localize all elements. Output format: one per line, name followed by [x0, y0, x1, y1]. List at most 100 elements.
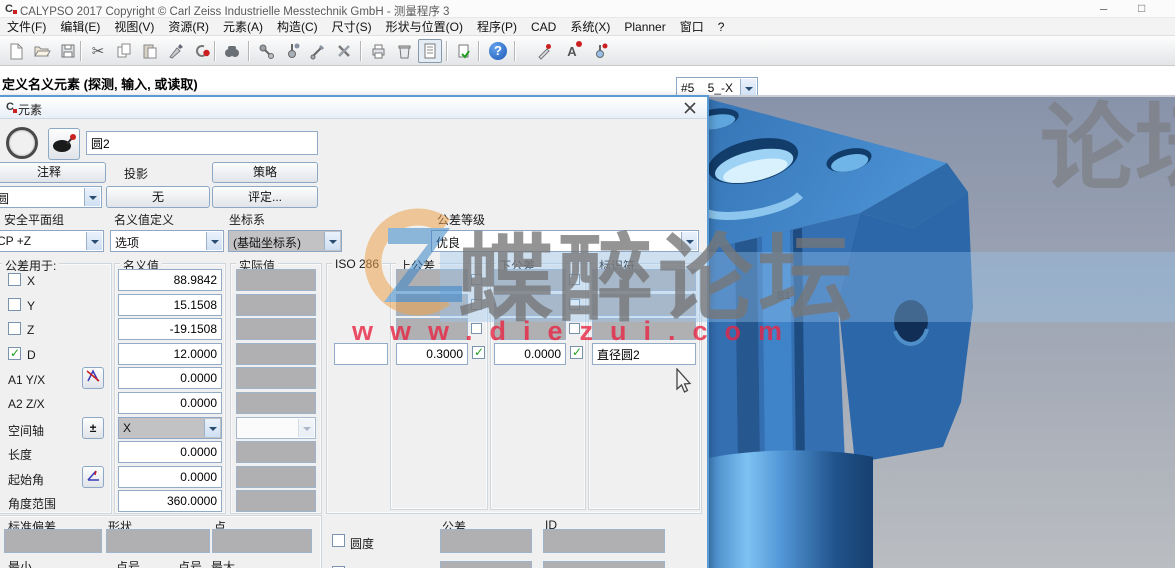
nominal-y-input[interactable] — [118, 294, 222, 316]
length-input[interactable] — [118, 441, 222, 463]
approve-lock-icon[interactable] — [452, 39, 476, 63]
copy-icon[interactable] — [112, 39, 136, 63]
chevron-down-icon[interactable] — [206, 232, 222, 250]
open-file-icon[interactable] — [30, 39, 54, 63]
probe-hand-icon[interactable] — [532, 39, 556, 63]
cad-viewport[interactable]: B1 — [691, 97, 1175, 568]
close-icon[interactable] — [683, 101, 697, 115]
lower-tol-x-field — [494, 269, 566, 291]
feature-label-b1: B1 — [777, 290, 791, 302]
start-angle-input[interactable] — [118, 466, 222, 488]
app-logo-icon: C — [5, 3, 13, 15]
probe-angle-a-icon[interactable]: A — [560, 39, 584, 63]
start-angle-button[interactable] — [82, 466, 104, 488]
menu-cad[interactable]: CAD — [524, 20, 563, 34]
roundness-checkbox[interactable] — [332, 534, 345, 547]
upper-tol-z-checkbox[interactable] — [471, 323, 482, 334]
menu-help[interactable]: ? — [711, 20, 732, 34]
lower-tol-z-checkbox[interactable] — [569, 323, 580, 334]
coord-system-dropdown[interactable]: (基础坐标系) — [228, 230, 342, 252]
menu-system[interactable]: 系统(X) — [563, 18, 617, 35]
feature-type-dropdown[interactable]: 圆 — [0, 186, 102, 208]
lower-tol-d-input[interactable] — [494, 343, 566, 365]
probe-mode-button[interactable] — [48, 128, 80, 160]
chevron-down-icon[interactable] — [84, 188, 100, 206]
nominal-x-input[interactable] — [118, 269, 222, 291]
roundness-tol-field — [440, 529, 532, 553]
identifier-y-field — [592, 294, 696, 316]
nominal-a1-input[interactable] — [118, 367, 222, 389]
protocol-icon[interactable] — [418, 39, 442, 63]
menu-planner[interactable]: Planner — [617, 20, 672, 34]
menu-size[interactable]: 尺寸(S) — [325, 18, 379, 35]
lower-tol-d-checkbox[interactable] — [570, 345, 583, 359]
spatial-axis-dropdown[interactable]: X — [118, 417, 222, 439]
menu-program[interactable]: 程序(P) — [470, 18, 524, 35]
nominal-def-dropdown[interactable]: 选项 — [110, 230, 224, 252]
actual-axis-dropdown[interactable] — [236, 417, 316, 439]
menu-window[interactable]: 窗口 — [673, 18, 711, 35]
nominal-d-input[interactable] — [118, 343, 222, 365]
upper-tol-y-checkbox[interactable] — [471, 299, 482, 310]
chevron-down-icon[interactable] — [204, 419, 220, 437]
minimize-button[interactable]: – — [1100, 1, 1107, 16]
angle-lock-button[interactable] — [82, 367, 104, 389]
probe-position-icon[interactable] — [588, 39, 612, 63]
menu-resources[interactable]: 资源(R) — [161, 18, 216, 35]
save-icon[interactable] — [56, 39, 80, 63]
tools-icon[interactable] — [332, 39, 356, 63]
row-x-label: X — [27, 274, 36, 288]
chevron-down-icon[interactable] — [324, 232, 340, 250]
angle-range-input[interactable] — [118, 490, 222, 512]
probe-edit-icon[interactable] — [306, 39, 330, 63]
tol-z-checkbox[interactable] — [8, 322, 21, 335]
lower-tol-y-checkbox[interactable] — [569, 299, 580, 310]
clearance-group-dropdown[interactable]: CP +Z — [0, 230, 104, 252]
menu-file[interactable]: 文件(F) — [0, 18, 53, 35]
maximize-button[interactable]: □ — [1138, 1, 1145, 15]
menu-view[interactable]: 视图(V) — [107, 18, 161, 35]
derive-refresh-icon[interactable] — [190, 39, 214, 63]
menu-features[interactable]: 元素(A) — [216, 18, 270, 35]
menu-form-location[interactable]: 形状与位置(O) — [379, 18, 470, 35]
lower-tol-x-checkbox[interactable] — [569, 274, 580, 285]
probe-change-icon[interactable] — [254, 39, 278, 63]
feature-name-input[interactable] — [86, 131, 318, 155]
evaluate-button[interactable]: 评定... — [212, 186, 318, 208]
dialog-title-bar[interactable]: C 元素 — [0, 97, 707, 119]
new-file-icon[interactable] — [4, 39, 28, 63]
tolerance-for-header: 公差用于: — [2, 257, 60, 274]
upper-tol-d-checkbox[interactable] — [472, 345, 485, 359]
delete-trash-icon[interactable] — [392, 39, 416, 63]
format-brush-icon[interactable] — [164, 39, 188, 63]
identifier-d-input[interactable] — [592, 343, 696, 365]
none-button[interactable]: 无 — [106, 186, 210, 208]
iso286-input[interactable] — [334, 343, 388, 365]
tol-x-checkbox[interactable] — [8, 273, 21, 286]
chevron-down-icon[interactable] — [86, 232, 102, 250]
cut-icon[interactable]: ✂ — [86, 39, 110, 63]
nominal-a2-input[interactable] — [118, 392, 222, 414]
length-label: 长度 — [8, 448, 33, 462]
print-icon[interactable] — [366, 39, 390, 63]
upper-tol-x-checkbox[interactable] — [471, 274, 482, 285]
tol-d-checkbox[interactable] — [8, 346, 21, 360]
tolerance-grade-dropdown[interactable]: 优良 — [431, 230, 699, 252]
upper-tol-d-input[interactable] — [396, 343, 468, 365]
nominal-z-input[interactable] — [118, 318, 222, 340]
tol-y-checkbox[interactable] — [8, 298, 21, 311]
min-label: 最小 — [8, 560, 33, 568]
strategy-button[interactable]: 策略 — [212, 162, 318, 183]
menu-edit[interactable]: 编辑(E) — [53, 18, 107, 35]
actual-a2-field — [236, 392, 316, 414]
plus-minus-button[interactable]: ± — [82, 417, 104, 439]
chevron-down-icon[interactable] — [681, 232, 697, 250]
row-a2-label: A2 Z/X — [8, 397, 45, 411]
upper-tol-y-field — [396, 294, 468, 316]
probe-qualify-icon[interactable] — [280, 39, 304, 63]
paste-icon[interactable] — [138, 39, 162, 63]
help-icon[interactable]: ? — [486, 39, 510, 63]
search-binoculars-icon[interactable] — [220, 39, 244, 63]
annotation-button[interactable]: 注释 — [0, 162, 106, 183]
menu-construction[interactable]: 构造(C) — [270, 18, 325, 35]
